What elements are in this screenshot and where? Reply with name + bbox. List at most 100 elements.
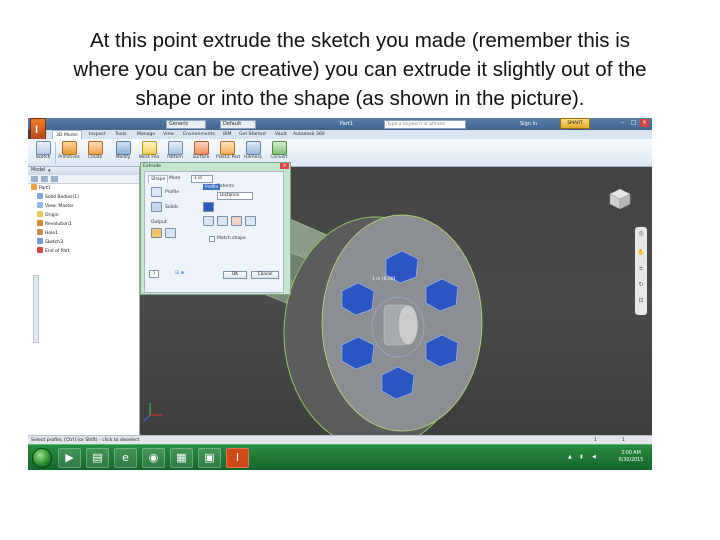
flip-icon[interactable] <box>245 216 256 226</box>
inventor-logo-icon[interactable]: I <box>30 118 46 140</box>
tab-environments[interactable]: Environments <box>180 130 218 139</box>
join-icon[interactable] <box>203 202 214 212</box>
caption-line-1: At this point extrude the sketch you mad… <box>89 29 631 52</box>
tab-get-started[interactable]: Get Started <box>236 130 269 139</box>
tab-3d-model[interactable]: 3D Model <box>52 130 82 139</box>
tree-item-revolution[interactable]: Revolution1 <box>28 220 139 229</box>
network-icon[interactable]: ▮ <box>580 454 583 460</box>
dialog-title: Extrude <box>143 164 161 169</box>
hole-icon <box>37 229 43 235</box>
convert-icon <box>271 141 287 155</box>
chrome-icon[interactable]: ◉ <box>142 448 165 468</box>
expand-icon[interactable] <box>51 176 58 182</box>
media-player-icon[interactable]: ▶ <box>58 448 81 468</box>
extent-type-select[interactable]: Distance <box>217 192 253 200</box>
tab-view[interactable]: View <box>160 130 177 139</box>
office-app-icon[interactable]: ▣ <box>198 448 221 468</box>
tree-item-sketch[interactable]: Sketch3 <box>28 238 139 247</box>
browser-header: Model ▾ <box>28 167 139 175</box>
plastic-part-button[interactable]: Plastic Part <box>216 141 240 161</box>
match-shape-label: Match shape <box>217 236 246 241</box>
sketch-button[interactable]: Sketch <box>32 141 54 161</box>
caption-line-2: where you can be creative) you can extru… <box>73 58 647 81</box>
tab-autodesk-360[interactable]: Autodesk 360 <box>290 130 328 139</box>
tab-manage[interactable]: Manage <box>134 130 158 139</box>
harness-button[interactable]: Harness <box>242 141 264 161</box>
match-shape-checkbox[interactable] <box>209 236 215 242</box>
svg-text:I: I <box>35 124 38 136</box>
primitives-button[interactable]: Primitives <box>58 141 80 161</box>
chevron-down-icon[interactable]: ▾ <box>48 167 51 175</box>
cut-icon[interactable] <box>203 216 214 226</box>
orbit-icon[interactable]: ↻ <box>637 281 645 289</box>
appearance-dropdown[interactable]: Default <box>220 120 256 129</box>
modify-button[interactable]: Modify <box>112 141 134 161</box>
smart-help-button[interactable]: SMART HELP <box>560 118 590 135</box>
distance-field[interactable]: 1 in <box>191 175 213 183</box>
preview-toggle-icon[interactable]: ☑ ⊕ <box>175 270 193 278</box>
material-dropdown[interactable]: Generic <box>166 120 206 129</box>
primitives-icon <box>61 141 77 155</box>
help-search-input[interactable]: Type a keyword or phrase <box>384 120 466 129</box>
tray-arrow-icon[interactable]: ▲ <box>568 454 572 460</box>
maximize-icon[interactable]: □ <box>629 119 638 127</box>
pattern-button[interactable]: Pattern <box>164 141 186 161</box>
profile-select-icon[interactable] <box>151 187 162 197</box>
volume-icon[interactable]: ◀ <box>592 454 596 460</box>
browser-toolbar <box>28 175 139 184</box>
tree-item-end-of-part[interactable]: End of Part <box>28 247 139 256</box>
harness-icon <box>245 141 261 155</box>
output-label: Output <box>151 220 167 225</box>
direction-icon[interactable] <box>231 216 242 226</box>
pan-icon[interactable]: ✋ <box>637 249 645 257</box>
minimize-icon[interactable]: – <box>618 119 627 127</box>
look-at-icon[interactable]: ⊡ <box>637 297 645 305</box>
intersect-icon[interactable] <box>217 216 228 226</box>
convert-button[interactable]: Convert <box>268 141 290 161</box>
tab-shape[interactable]: Shape <box>148 175 169 183</box>
tab-vault[interactable]: Vault <box>272 130 290 139</box>
solids-select-icon[interactable] <box>151 202 162 212</box>
close-icon[interactable]: × <box>280 163 289 169</box>
surface-button[interactable]: Surface <box>190 141 212 161</box>
ribbon-panel: Sketch Primitives Create Modify Work Fea… <box>28 139 652 167</box>
internet-explorer-icon[interactable]: e <box>114 448 137 468</box>
work-features-button[interactable]: Work Fea <box>138 141 160 161</box>
tree-item-view[interactable]: View: Master <box>28 202 139 211</box>
steering-wheel-icon[interactable]: ◎ <box>637 230 645 238</box>
tree-item-part[interactable]: Part1 <box>28 184 139 193</box>
tree-item-hole[interactable]: Hole1 <box>28 229 139 238</box>
ribbon-separator <box>55 142 56 164</box>
close-icon[interactable]: × <box>640 119 649 127</box>
filter-icon[interactable] <box>31 176 38 182</box>
system-clock[interactable]: 3:00 AM 6/30/2015 <box>613 450 649 464</box>
help-icon[interactable]: ? <box>149 270 159 278</box>
viewcube-icon[interactable] <box>608 187 632 211</box>
windows-start-icon[interactable] <box>32 448 52 468</box>
solid-output-icon[interactable] <box>151 228 162 238</box>
inventor-taskbar-icon[interactable]: I <box>226 448 249 468</box>
find-icon[interactable] <box>41 176 48 182</box>
solids-label: Solids <box>165 205 179 210</box>
create-button[interactable]: Create <box>84 141 106 161</box>
browser-title[interactable]: Model <box>31 168 45 173</box>
file-explorer-icon[interactable]: ▤ <box>86 448 109 468</box>
tree-item-solid-bodies[interactable]: Solid Bodies(1) <box>28 193 139 202</box>
surface-output-icon[interactable] <box>165 228 176 238</box>
tab-bim[interactable]: BIM <box>220 130 234 139</box>
notes-app-icon[interactable]: ▦ <box>170 448 193 468</box>
cancel-button[interactable]: Cancel <box>251 271 279 279</box>
profile-label: Profile <box>165 190 179 195</box>
ok-button[interactable]: OK <box>223 271 247 279</box>
sketch-icon <box>35 141 51 155</box>
tab-inspect[interactable]: Inspect <box>86 130 109 139</box>
title-bar: Generic Default Part1 Type a keyword or … <box>28 118 652 135</box>
modify-icon <box>115 141 131 155</box>
sign-in-link[interactable]: Sign In <box>520 120 537 128</box>
tab-tools[interactable]: Tools <box>112 130 129 139</box>
browser-scrollbar[interactable] <box>33 275 39 343</box>
tab-more[interactable]: More <box>167 175 182 183</box>
tree-item-origin[interactable]: Origin <box>28 211 139 220</box>
dimension-label[interactable]: 1 in [0.00] <box>372 277 395 282</box>
zoom-icon[interactable]: ± <box>637 265 645 273</box>
